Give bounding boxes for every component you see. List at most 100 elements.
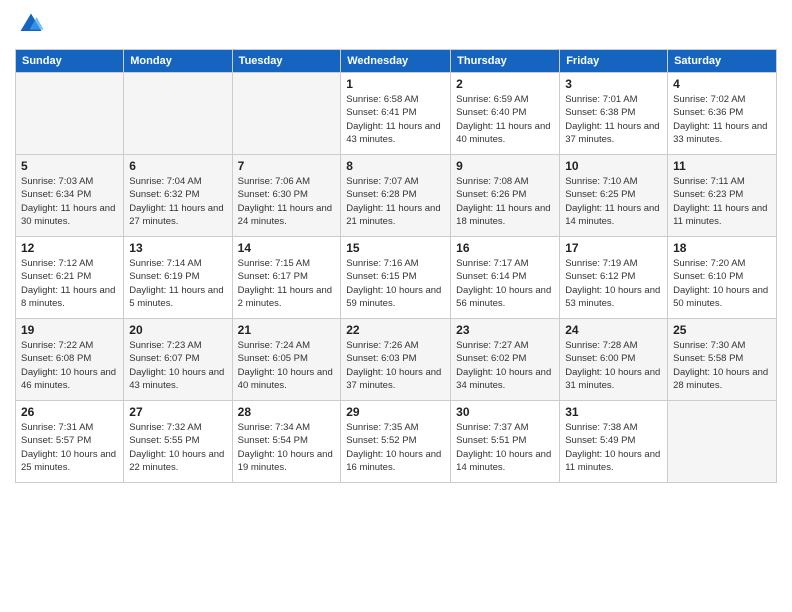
weekday-row: Sunday Monday Tuesday Wednesday Thursday… (16, 50, 777, 73)
week-row-3: 12Sunrise: 7:12 AM Sunset: 6:21 PM Dayli… (16, 237, 777, 319)
week-row-2: 5 Sunrise: 7:03 AM Sunset: 6:34 PM Daylig… (16, 155, 777, 237)
day-cell: 7Sunrise: 7:06 AM Sunset: 6:30 PM Daylig… (232, 155, 341, 237)
day-number: 11 (673, 159, 771, 173)
day-number: 9 (456, 159, 554, 173)
day-info: Sunrise: 7:22 AM Sunset: 6:08 PM Dayligh… (21, 339, 118, 392)
day-cell: 4 Sunrise: 7:02 AM Sunset: 6:36 PM Daylig… (668, 73, 777, 155)
day-number: 18 (673, 241, 771, 255)
day-info: Sunrise: 7:24 AM Sunset: 6:05 PM Dayligh… (238, 339, 336, 392)
header (15, 10, 777, 43)
day-number: 14 (238, 241, 336, 255)
day-info: Sunrise: 7:15 AM Sunset: 6:17 PM Dayligh… (238, 257, 336, 310)
logo-icon (17, 10, 45, 38)
calendar-header: Sunday Monday Tuesday Wednesday Thursday… (16, 50, 777, 73)
day-cell: 31 Sunrise: 7:38 AM Sunset: 5:49 PM Dayli… (560, 401, 668, 483)
day-number: 2 (456, 77, 554, 91)
day-info: Sunrise: 7:31 AM Sunset: 5:57 PM Dayligh… (21, 421, 118, 474)
day-info: Sunrise: 7:06 AM Sunset: 6:30 PM Dayligh… (238, 175, 336, 228)
day-info: Sunrise: 7:03 AM Sunset: 6:34 PM Dayligh… (21, 175, 118, 228)
day-info: Sunrise: 7:16 AM Sunset: 6:15 PM Dayligh… (346, 257, 445, 310)
day-cell: 6 Sunrise: 7:04 AM Sunset: 6:32 PM Daylig… (124, 155, 232, 237)
day-number: 29 (346, 405, 445, 419)
day-cell: 20 Sunrise: 7:23 AM Sunset: 6:07 PM Dayli… (124, 319, 232, 401)
day-cell: 30 Sunrise: 7:37 AM Sunset: 5:51 PM Dayli… (451, 401, 560, 483)
day-info: Sunrise: 7:28 AM Sunset: 6:00 PM Dayligh… (565, 339, 662, 392)
day-cell: 9 Sunrise: 7:08 AM Sunset: 6:26 PM Daylig… (451, 155, 560, 237)
day-cell: 17 Sunrise: 7:19 AM Sunset: 6:12 PM Dayli… (560, 237, 668, 319)
week-row-4: 19 Sunrise: 7:22 AM Sunset: 6:08 PM Dayli… (16, 319, 777, 401)
day-cell: 16Sunrise: 7:17 AM Sunset: 6:14 PM Dayli… (451, 237, 560, 319)
day-info: Sunrise: 7:20 AM Sunset: 6:10 PM Dayligh… (673, 257, 771, 310)
col-tuesday: Tuesday (232, 50, 341, 73)
col-friday: Friday (560, 50, 668, 73)
day-info: Sunrise: 7:11 AM Sunset: 6:23 PM Dayligh… (673, 175, 771, 228)
day-info: Sunrise: 7:19 AM Sunset: 6:12 PM Dayligh… (565, 257, 662, 310)
day-cell: 26 Sunrise: 7:31 AM Sunset: 5:57 PM Dayli… (16, 401, 124, 483)
day-info: Sunrise: 7:08 AM Sunset: 6:26 PM Dayligh… (456, 175, 554, 228)
day-number: 19 (21, 323, 118, 337)
day-cell: 3 Sunrise: 7:01 AM Sunset: 6:38 PM Daylig… (560, 73, 668, 155)
col-sunday: Sunday (16, 50, 124, 73)
day-number: 4 (673, 77, 771, 91)
day-info: Sunrise: 6:58 AM Sunset: 6:41 PM Dayligh… (346, 93, 445, 146)
day-cell: 22 Sunrise: 7:26 AM Sunset: 6:03 PM Dayli… (341, 319, 451, 401)
day-info: Sunrise: 7:35 AM Sunset: 5:52 PM Dayligh… (346, 421, 445, 474)
day-info: Sunrise: 7:07 AM Sunset: 6:28 PM Dayligh… (346, 175, 445, 228)
day-info: Sunrise: 7:30 AM Sunset: 5:58 PM Dayligh… (673, 339, 771, 392)
day-info: Sunrise: 7:26 AM Sunset: 6:03 PM Dayligh… (346, 339, 445, 392)
day-cell: 18 Sunrise: 7:20 AM Sunset: 6:10 PM Dayli… (668, 237, 777, 319)
day-number: 27 (129, 405, 226, 419)
day-cell: 15Sunrise: 7:16 AM Sunset: 6:15 PM Dayli… (341, 237, 451, 319)
day-number: 17 (565, 241, 662, 255)
col-wednesday: Wednesday (341, 50, 451, 73)
day-cell: 21Sunrise: 7:24 AM Sunset: 6:05 PM Dayli… (232, 319, 341, 401)
day-number: 26 (21, 405, 118, 419)
day-number: 16 (456, 241, 554, 255)
day-cell: 10 Sunrise: 7:10 AM Sunset: 6:25 PM Dayli… (560, 155, 668, 237)
day-info: Sunrise: 7:10 AM Sunset: 6:25 PM Dayligh… (565, 175, 662, 228)
day-number: 10 (565, 159, 662, 173)
day-number: 5 (21, 159, 118, 173)
day-number: 31 (565, 405, 662, 419)
day-number: 3 (565, 77, 662, 91)
page-container: Sunday Monday Tuesday Wednesday Thursday… (0, 0, 792, 493)
day-cell: 1 Sunrise: 6:58 AM Sunset: 6:41 PM Daylig… (341, 73, 451, 155)
day-number: 1 (346, 77, 445, 91)
calendar: Sunday Monday Tuesday Wednesday Thursday… (15, 49, 777, 483)
day-cell: 25 Sunrise: 7:30 AM Sunset: 5:58 PM Dayli… (668, 319, 777, 401)
col-thursday: Thursday (451, 50, 560, 73)
day-cell (232, 73, 341, 155)
day-number: 20 (129, 323, 226, 337)
day-cell: 28 Sunrise: 7:34 AM Sunset: 5:54 PM Dayli… (232, 401, 341, 483)
day-cell: 13Sunrise: 7:14 AM Sunset: 6:19 PM Dayli… (124, 237, 232, 319)
day-info: Sunrise: 7:01 AM Sunset: 6:38 PM Dayligh… (565, 93, 662, 146)
day-cell: 14 Sunrise: 7:15 AM Sunset: 6:17 PM Dayli… (232, 237, 341, 319)
week-row-1: 1 Sunrise: 6:58 AM Sunset: 6:41 PM Daylig… (16, 73, 777, 155)
day-info: Sunrise: 7:04 AM Sunset: 6:32 PM Dayligh… (129, 175, 226, 228)
day-info: Sunrise: 7:32 AM Sunset: 5:55 PM Dayligh… (129, 421, 226, 474)
day-number: 24 (565, 323, 662, 337)
day-info: Sunrise: 7:27 AM Sunset: 6:02 PM Dayligh… (456, 339, 554, 392)
day-info: Sunrise: 7:34 AM Sunset: 5:54 PM Dayligh… (238, 421, 336, 474)
week-row-5: 26 Sunrise: 7:31 AM Sunset: 5:57 PM Dayli… (16, 401, 777, 483)
day-info: Sunrise: 7:37 AM Sunset: 5:51 PM Dayligh… (456, 421, 554, 474)
day-number: 25 (673, 323, 771, 337)
day-info: Sunrise: 7:02 AM Sunset: 6:36 PM Dayligh… (673, 93, 771, 146)
day-info: Sunrise: 7:38 AM Sunset: 5:49 PM Dayligh… (565, 421, 662, 474)
day-number: 22 (346, 323, 445, 337)
day-number: 30 (456, 405, 554, 419)
day-number: 12 (21, 241, 118, 255)
day-info: Sunrise: 6:59 AM Sunset: 6:40 PM Dayligh… (456, 93, 554, 146)
day-cell: 2 Sunrise: 6:59 AM Sunset: 6:40 PM Daylig… (451, 73, 560, 155)
col-saturday: Saturday (668, 50, 777, 73)
day-cell (668, 401, 777, 483)
calendar-body: 1 Sunrise: 6:58 AM Sunset: 6:41 PM Daylig… (16, 73, 777, 483)
day-cell: 23Sunrise: 7:27 AM Sunset: 6:02 PM Dayli… (451, 319, 560, 401)
day-cell: 5 Sunrise: 7:03 AM Sunset: 6:34 PM Daylig… (16, 155, 124, 237)
col-monday: Monday (124, 50, 232, 73)
day-info: Sunrise: 7:23 AM Sunset: 6:07 PM Dayligh… (129, 339, 226, 392)
day-number: 6 (129, 159, 226, 173)
day-cell: 12Sunrise: 7:12 AM Sunset: 6:21 PM Dayli… (16, 237, 124, 319)
day-cell: 27 Sunrise: 7:32 AM Sunset: 5:55 PM Dayli… (124, 401, 232, 483)
day-number: 28 (238, 405, 336, 419)
